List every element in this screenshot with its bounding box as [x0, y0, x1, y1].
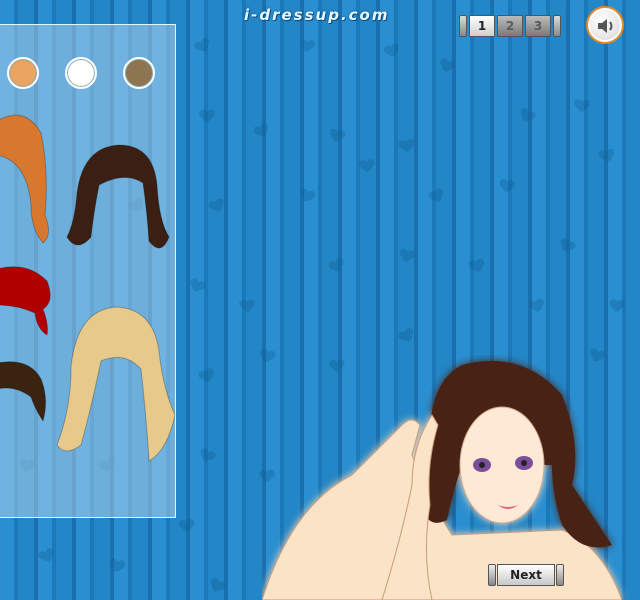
pager-left-cap: [459, 15, 467, 37]
hair-color-swatch-1[interactable]: [7, 57, 39, 89]
heart-icon: [399, 249, 415, 264]
next-button[interactable]: Next: [488, 563, 564, 587]
heart-icon: [428, 187, 446, 204]
heart-icon: [299, 39, 314, 53]
heart-icon: [398, 327, 416, 344]
heart-icon: [208, 198, 225, 214]
heart-icon: [599, 148, 616, 163]
game-stage: i-dressup.com 1 2 3 Next: [0, 0, 640, 600]
heart-icon: [198, 448, 216, 465]
heart-icon: [194, 37, 212, 54]
heart-icon: [240, 300, 254, 312]
heart-icon: [328, 258, 346, 275]
heart-icon: [610, 300, 625, 313]
heart-icon: [359, 159, 374, 172]
site-logo[interactable]: i-dressup.com: [244, 6, 389, 24]
next-left-cap: [488, 564, 496, 586]
speaker-icon: [598, 19, 613, 33]
hairstyle-option-3[interactable]: [0, 265, 57, 337]
hair-color-swatch-3[interactable]: [123, 57, 155, 89]
dressup-model: [262, 360, 623, 600]
next-button-label: Next: [497, 564, 555, 586]
heart-icon: [575, 100, 590, 113]
heart-icon: [384, 43, 401, 58]
page-3-button[interactable]: 3: [525, 15, 551, 37]
hair-color-swatch-2[interactable]: [65, 57, 97, 89]
pager-right-cap: [553, 15, 561, 37]
heart-icon: [200, 110, 214, 122]
heart-icon: [469, 259, 485, 273]
heart-icon: [438, 58, 455, 74]
page-1-button[interactable]: 1: [469, 15, 495, 37]
heart-icon: [299, 188, 316, 204]
heart-icon: [558, 237, 576, 254]
hairstyle-option-4[interactable]: [55, 305, 179, 471]
heart-icon: [329, 129, 345, 144]
heart-icon: [499, 179, 515, 193]
hairstyle-option-5[interactable]: [0, 357, 49, 423]
heart-icon: [198, 368, 215, 384]
heart-icon: [208, 577, 226, 594]
page-2-button[interactable]: 2: [497, 15, 523, 37]
heart-icon: [399, 139, 415, 153]
heart-icon: [253, 123, 271, 140]
heart-icon: [109, 558, 125, 573]
page-selector: 1 2 3: [459, 13, 561, 39]
hairstyle-option-2[interactable]: [63, 141, 175, 259]
hairstyle-panel: [0, 24, 176, 518]
heart-icon: [528, 298, 545, 314]
heart-icon: [518, 108, 536, 125]
next-right-cap: [556, 564, 564, 586]
sound-toggle-button[interactable]: [586, 6, 624, 44]
heart-icon: [38, 548, 56, 565]
heart-icon: [188, 278, 205, 294]
hairstyle-option-1[interactable]: [0, 111, 61, 245]
heart-icon: [179, 519, 195, 533]
